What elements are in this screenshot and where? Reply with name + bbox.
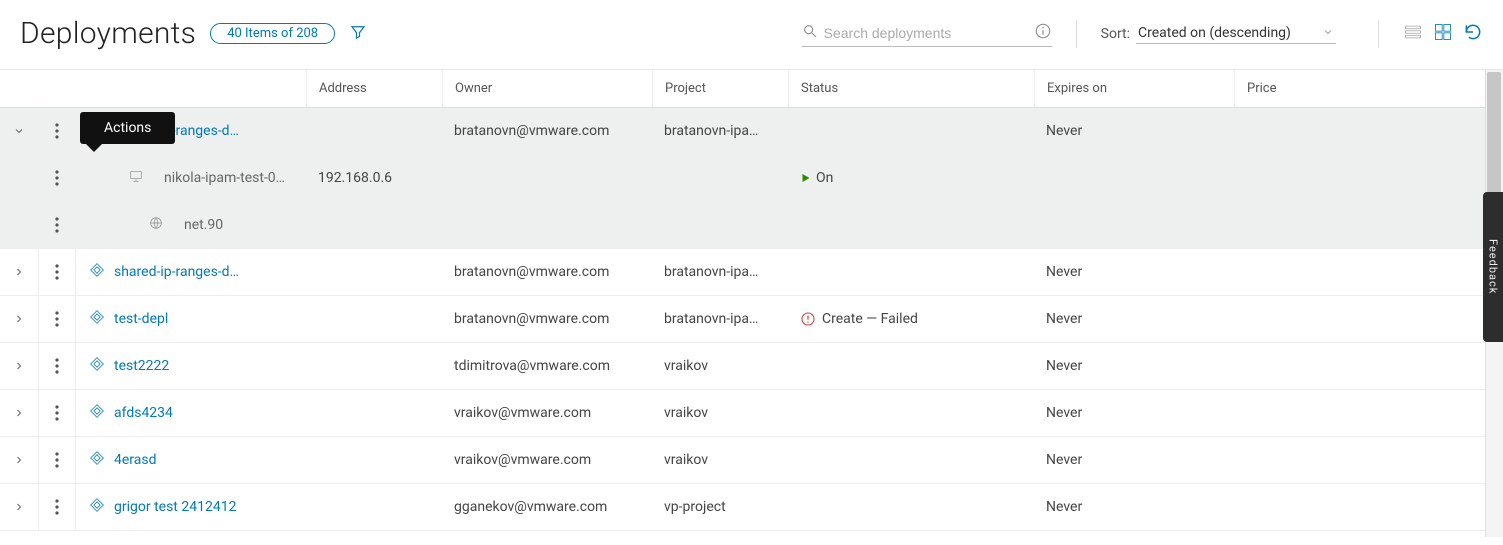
row-actions-button[interactable]	[38, 155, 76, 201]
search-input[interactable]	[824, 25, 1028, 41]
collapse-toggle[interactable]	[0, 108, 38, 154]
row-actions-button[interactable]	[38, 437, 76, 483]
col-expires[interactable]: Expires on	[1034, 70, 1234, 107]
row-actions-button[interactable]	[38, 484, 76, 530]
deployment-name-link[interactable]: 4erasd	[114, 452, 157, 468]
table-header: Address Owner Project Status Expires on …	[0, 70, 1503, 108]
row-actions-button[interactable]	[38, 390, 76, 436]
actions-tooltip: Actions	[80, 112, 175, 144]
expires-cell: Never	[1034, 123, 1234, 139]
header-bar: Deployments 40 Items of 208 Sort: Create…	[0, 0, 1503, 70]
page-title: Deployments	[20, 16, 196, 51]
deployment-name-link[interactable]: test2222	[114, 358, 169, 374]
col-price[interactable]: Price	[1234, 70, 1434, 107]
row-actions-button[interactable]	[38, 296, 76, 342]
table-row[interactable]: shared-ip-ranges-d… bratanovn@vmware.com…	[0, 249, 1503, 296]
col-owner[interactable]: Owner	[442, 70, 652, 107]
expand-toggle[interactable]	[0, 249, 38, 295]
table-row[interactable]: afds4234 vraikov@vmware.com vraikov Neve…	[0, 390, 1503, 437]
expand-toggle[interactable]	[0, 484, 38, 530]
col-status[interactable]: Status	[788, 70, 1034, 107]
resource-name: net.90	[172, 217, 223, 233]
search-icon	[802, 23, 818, 43]
project-cell: bratanovn-ipa…	[652, 123, 788, 139]
table-body[interactable]: shared-ip-ranges-d… bratanovn@vmware.com…	[0, 108, 1503, 537]
expand-toggle[interactable]	[0, 343, 38, 389]
network-icon	[148, 215, 164, 235]
divider	[1076, 20, 1077, 48]
grid-view-icon[interactable]	[1433, 22, 1453, 46]
table-row[interactable]: grigor test 2412412 gganekov@vmware.com …	[0, 484, 1503, 531]
sort-label: Sort:	[1101, 26, 1130, 42]
deployment-icon	[88, 496, 106, 518]
table-row[interactable]: test-depl bratanovn@vmware.com bratanovn…	[0, 296, 1503, 343]
deployment-icon	[88, 355, 106, 377]
search-input-wrap[interactable]	[802, 20, 1052, 47]
row-actions-button[interactable]	[38, 202, 76, 248]
address-cell: 192.168.0.6	[306, 170, 442, 186]
deployment-name-link[interactable]: afds4234	[114, 405, 173, 421]
table-row[interactable]: 4erasd vraikov@vmware.com vraikov Never	[0, 437, 1503, 484]
row-actions-button[interactable]	[38, 249, 76, 295]
row-actions-button[interactable]	[38, 343, 76, 389]
deployment-icon	[88, 261, 106, 283]
status-failed: Create — Failed	[800, 311, 1034, 327]
status-on: On	[800, 170, 1034, 186]
info-icon[interactable]	[1034, 22, 1052, 44]
deployment-icon	[88, 308, 106, 330]
item-count-pill: 40 Items of 208	[210, 23, 335, 44]
row-actions-button[interactable]	[38, 108, 76, 154]
deployment-icon	[88, 449, 106, 471]
deployment-name-link[interactable]: grigor test 2412412	[114, 499, 236, 515]
col-name	[76, 70, 306, 107]
vm-icon	[128, 168, 144, 188]
deployment-icon	[88, 402, 106, 424]
expand-toggle[interactable]	[0, 390, 38, 436]
filter-icon[interactable]	[349, 23, 367, 45]
deployment-name-link[interactable]: test-depl	[114, 311, 168, 327]
table-row-child[interactable]: nikola-ipam-test-0… 192.168.0.6 On	[0, 155, 1503, 202]
table-row[interactable]: shared-ip-ranges-d… bratanovn@vmware.com…	[0, 108, 1503, 155]
col-project[interactable]: Project	[652, 70, 788, 107]
sort-select[interactable]: Created on (descending)	[1136, 23, 1336, 44]
sort-control[interactable]: Sort: Created on (descending)	[1101, 23, 1354, 44]
resource-name: nikola-ipam-test-0…	[152, 170, 285, 186]
owner-cell: bratanovn@vmware.com	[442, 123, 652, 139]
col-address[interactable]: Address	[306, 70, 442, 107]
expand-toggle[interactable]	[0, 437, 38, 483]
table-row-child[interactable]: net.90	[0, 202, 1503, 249]
deployment-name-link[interactable]: shared-ip-ranges-d…	[114, 264, 239, 280]
expand-toggle[interactable]	[0, 296, 38, 342]
list-view-icon[interactable]	[1403, 22, 1423, 46]
table-row[interactable]: test2222 tdimitrova@vmware.com vraikov N…	[0, 343, 1503, 390]
refresh-icon[interactable]	[1463, 22, 1483, 46]
feedback-tab[interactable]: Feedback	[1483, 192, 1503, 342]
divider	[1378, 20, 1379, 48]
